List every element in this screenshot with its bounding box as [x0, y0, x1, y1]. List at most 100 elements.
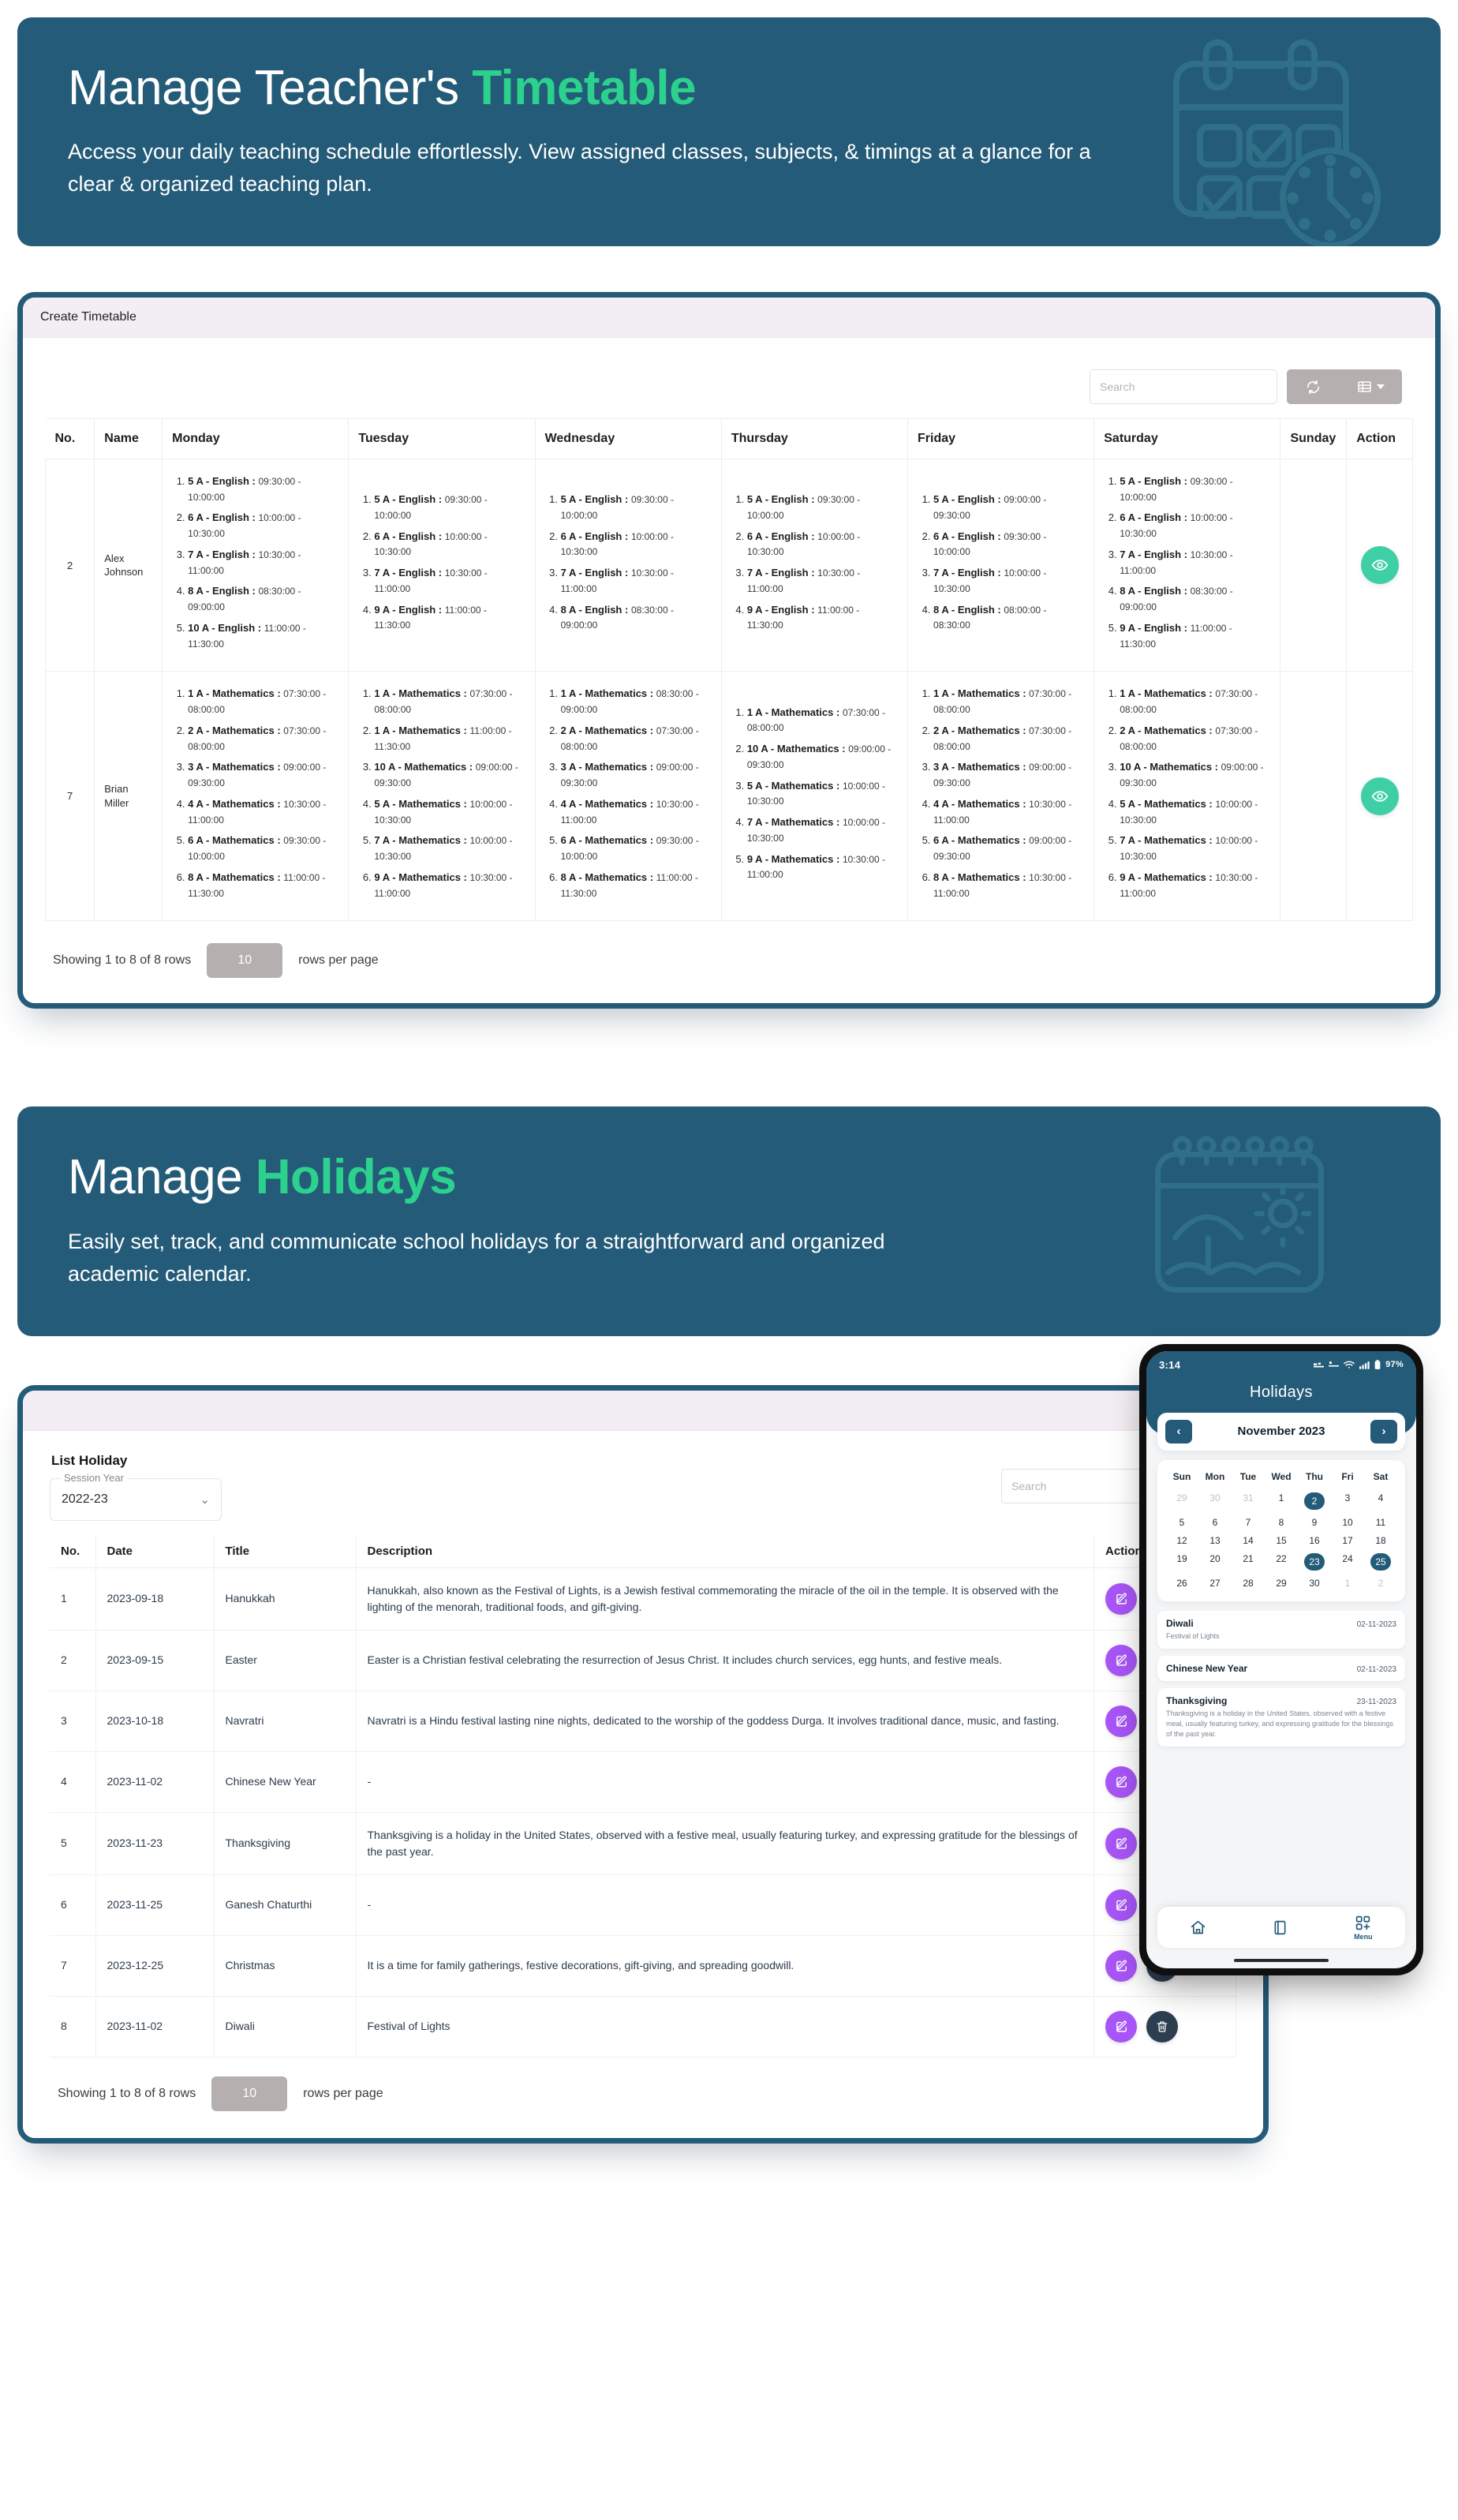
cell-title: Hanukkah: [214, 1567, 357, 1631]
calendar-dow: Sat: [1373, 1470, 1389, 1482]
refresh-button[interactable]: [1287, 369, 1339, 405]
calendar-day[interactable]: 1: [1265, 1492, 1298, 1510]
edit-button[interactable]: [1105, 1705, 1137, 1737]
calendar-day[interactable]: 26: [1165, 1578, 1198, 1589]
calendar-day[interactable]: 31: [1232, 1492, 1265, 1510]
slot-item: 1 A - Mathematics : 07:30:00 - 08:00:00: [374, 686, 525, 717]
edit-button[interactable]: [1105, 1889, 1137, 1921]
delete-button[interactable]: [1146, 2010, 1178, 2043]
calendar-day[interactable]: 16: [1298, 1535, 1331, 1546]
phone-next-month-button[interactable]: ›: [1370, 1419, 1397, 1443]
calendar-day[interactable]: 6: [1198, 1517, 1232, 1528]
table-row: 7Brian Miller 1 A - Mathematics : 07:30:0…: [44, 671, 1413, 922]
timetable-search-input[interactable]: Search: [1090, 369, 1277, 405]
calendar-day[interactable]: 25: [1364, 1552, 1397, 1571]
cell-name: Alex Johnson: [94, 458, 163, 672]
list-item[interactable]: Thanksgiving 23-11-2023 Thanksgiving is a …: [1157, 1687, 1405, 1747]
calendar-dow: Sun: [1172, 1470, 1191, 1482]
table-row: 8 2023-11-02 Diwali Festival of Lights: [50, 1996, 1236, 2058]
slot-item: 1 A - Mathematics : 11:00:00 - 11:30:00: [374, 723, 525, 755]
th-wednesday[interactable]: Wednesday: [535, 418, 722, 459]
calendar-day[interactable]: 21: [1232, 1553, 1265, 1571]
calendar-day[interactable]: 2: [1364, 1578, 1397, 1589]
calendar-day[interactable]: 1: [1331, 1578, 1364, 1589]
table-row: 1 2023-09-18 Hanukkah Hanukkah, also known …: [50, 1567, 1236, 1631]
calendar-day[interactable]: 20: [1198, 1553, 1232, 1571]
slot-item: 5 A - English : 09:30:00 - 10:00:00: [561, 492, 712, 523]
calendar-day[interactable]: 10: [1331, 1517, 1364, 1528]
th-h-no[interactable]: No.: [50, 1534, 96, 1568]
phone-prev-month-button[interactable]: ‹: [1165, 1419, 1192, 1443]
th-h-title[interactable]: Title: [214, 1534, 357, 1568]
page-root: Manage Teacher's Timetable Access your d…: [0, 17, 1458, 2215]
calendar-day[interactable]: 22: [1265, 1553, 1298, 1571]
edit-button[interactable]: [1105, 1582, 1137, 1615]
edit-button[interactable]: [1105, 1644, 1137, 1676]
calendar-day[interactable]: 7: [1232, 1517, 1265, 1528]
th-h-desc[interactable]: Description: [356, 1534, 1094, 1568]
edit-icon: [1116, 1837, 1127, 1849]
session-year-select[interactable]: Session Year 2022-23 ⌄: [50, 1471, 222, 1521]
phone-nav-home[interactable]: [1190, 1919, 1206, 1936]
calendar-day[interactable]: 9: [1298, 1517, 1331, 1528]
cell-description: Thanksgiving is a holiday in the United …: [356, 1812, 1094, 1875]
calendar-day[interactable]: 19: [1165, 1553, 1198, 1571]
calendar-day[interactable]: 13: [1198, 1535, 1232, 1546]
cell-title: Diwali: [214, 1996, 357, 2058]
edit-button[interactable]: [1105, 1827, 1137, 1859]
view-button[interactable]: [1360, 777, 1399, 815]
slot-list: 5 A - English : 09:30:00 - 10:00:00 6 A -…: [561, 492, 712, 633]
calendar-day[interactable]: 28: [1232, 1578, 1265, 1589]
list-item[interactable]: Diwali 02-11-2023 Festival of Lights: [1157, 1610, 1405, 1649]
calendar-day[interactable]: 24: [1331, 1553, 1364, 1571]
view-button[interactable]: [1360, 546, 1399, 585]
th-name[interactable]: Name: [94, 418, 163, 459]
phone-nav-book[interactable]: [1272, 1919, 1288, 1936]
th-action[interactable]: Action: [1346, 418, 1413, 459]
timetable-rows-per-page-select[interactable]: 10: [207, 943, 283, 979]
calendar-day[interactable]: 14: [1232, 1535, 1265, 1546]
columns-toggle-button[interactable]: [1339, 369, 1402, 405]
th-h-date[interactable]: Date: [95, 1534, 215, 1568]
slot-item: 7 A - Mathematics : 10:00:00 - 10:30:00: [374, 833, 525, 864]
edit-button[interactable]: [1105, 1765, 1137, 1798]
calendar-day[interactable]: 5: [1165, 1517, 1198, 1528]
calendar-day[interactable]: 30: [1298, 1578, 1331, 1589]
edit-button[interactable]: [1105, 2010, 1137, 2043]
calendar-day[interactable]: 11: [1364, 1517, 1397, 1528]
th-no[interactable]: No.: [45, 418, 95, 459]
calendar-day[interactable]: 12: [1165, 1535, 1198, 1546]
calendar-day[interactable]: 29: [1265, 1578, 1298, 1589]
search-placeholder-text: Search: [1100, 380, 1135, 394]
th-saturday[interactable]: Saturday: [1094, 418, 1281, 459]
calendar-day[interactable]: 2: [1298, 1492, 1331, 1510]
calendar-day[interactable]: 8: [1265, 1517, 1298, 1528]
th-friday[interactable]: Friday: [907, 418, 1095, 459]
phone-nav-menu[interactable]: Menu: [1354, 1915, 1373, 1941]
th-thursday[interactable]: Thursday: [721, 418, 909, 459]
list-item[interactable]: Chinese New Year 02-11-2023: [1157, 1655, 1405, 1681]
calendar-day[interactable]: 23: [1298, 1552, 1331, 1571]
edit-button[interactable]: [1105, 1949, 1137, 1982]
calendar-day[interactable]: 4: [1364, 1492, 1397, 1510]
calendar-day[interactable]: 30: [1198, 1492, 1232, 1510]
table-row: 2 2023-09-15 Easter Easter is a Christian f…: [50, 1630, 1236, 1691]
page-bottom-spacer: [0, 2144, 1458, 2215]
timetable-body: 2Alex Johnson 5 A - English : 09:30:00 - …: [44, 458, 1413, 922]
calendar-day[interactable]: 18: [1364, 1535, 1397, 1546]
th-sunday[interactable]: Sunday: [1280, 418, 1348, 459]
menu-grid-icon: [1356, 1915, 1370, 1930]
calendar-day[interactable]: 15: [1265, 1535, 1298, 1546]
th-monday[interactable]: Monday: [162, 418, 350, 459]
hero-banner-holidays: Manage Holidays Easily set, track, and c…: [17, 1106, 1441, 1336]
cell-no: 7: [44, 671, 95, 922]
calendar-day[interactable]: 17: [1331, 1535, 1364, 1546]
holiday-rows-per-page-select[interactable]: 10: [211, 2076, 288, 2111]
th-tuesday[interactable]: Tuesday: [348, 418, 536, 459]
calendar-day[interactable]: 27: [1198, 1578, 1232, 1589]
timetable-card-header: Create Timetable: [23, 298, 1435, 339]
calendar-day[interactable]: 29: [1165, 1492, 1198, 1510]
cell-date: 2023-10-18: [95, 1691, 215, 1752]
slot-item: 4 A - Mathematics : 10:30:00 - 11:00:00: [188, 796, 338, 828]
calendar-day[interactable]: 3: [1331, 1492, 1364, 1510]
